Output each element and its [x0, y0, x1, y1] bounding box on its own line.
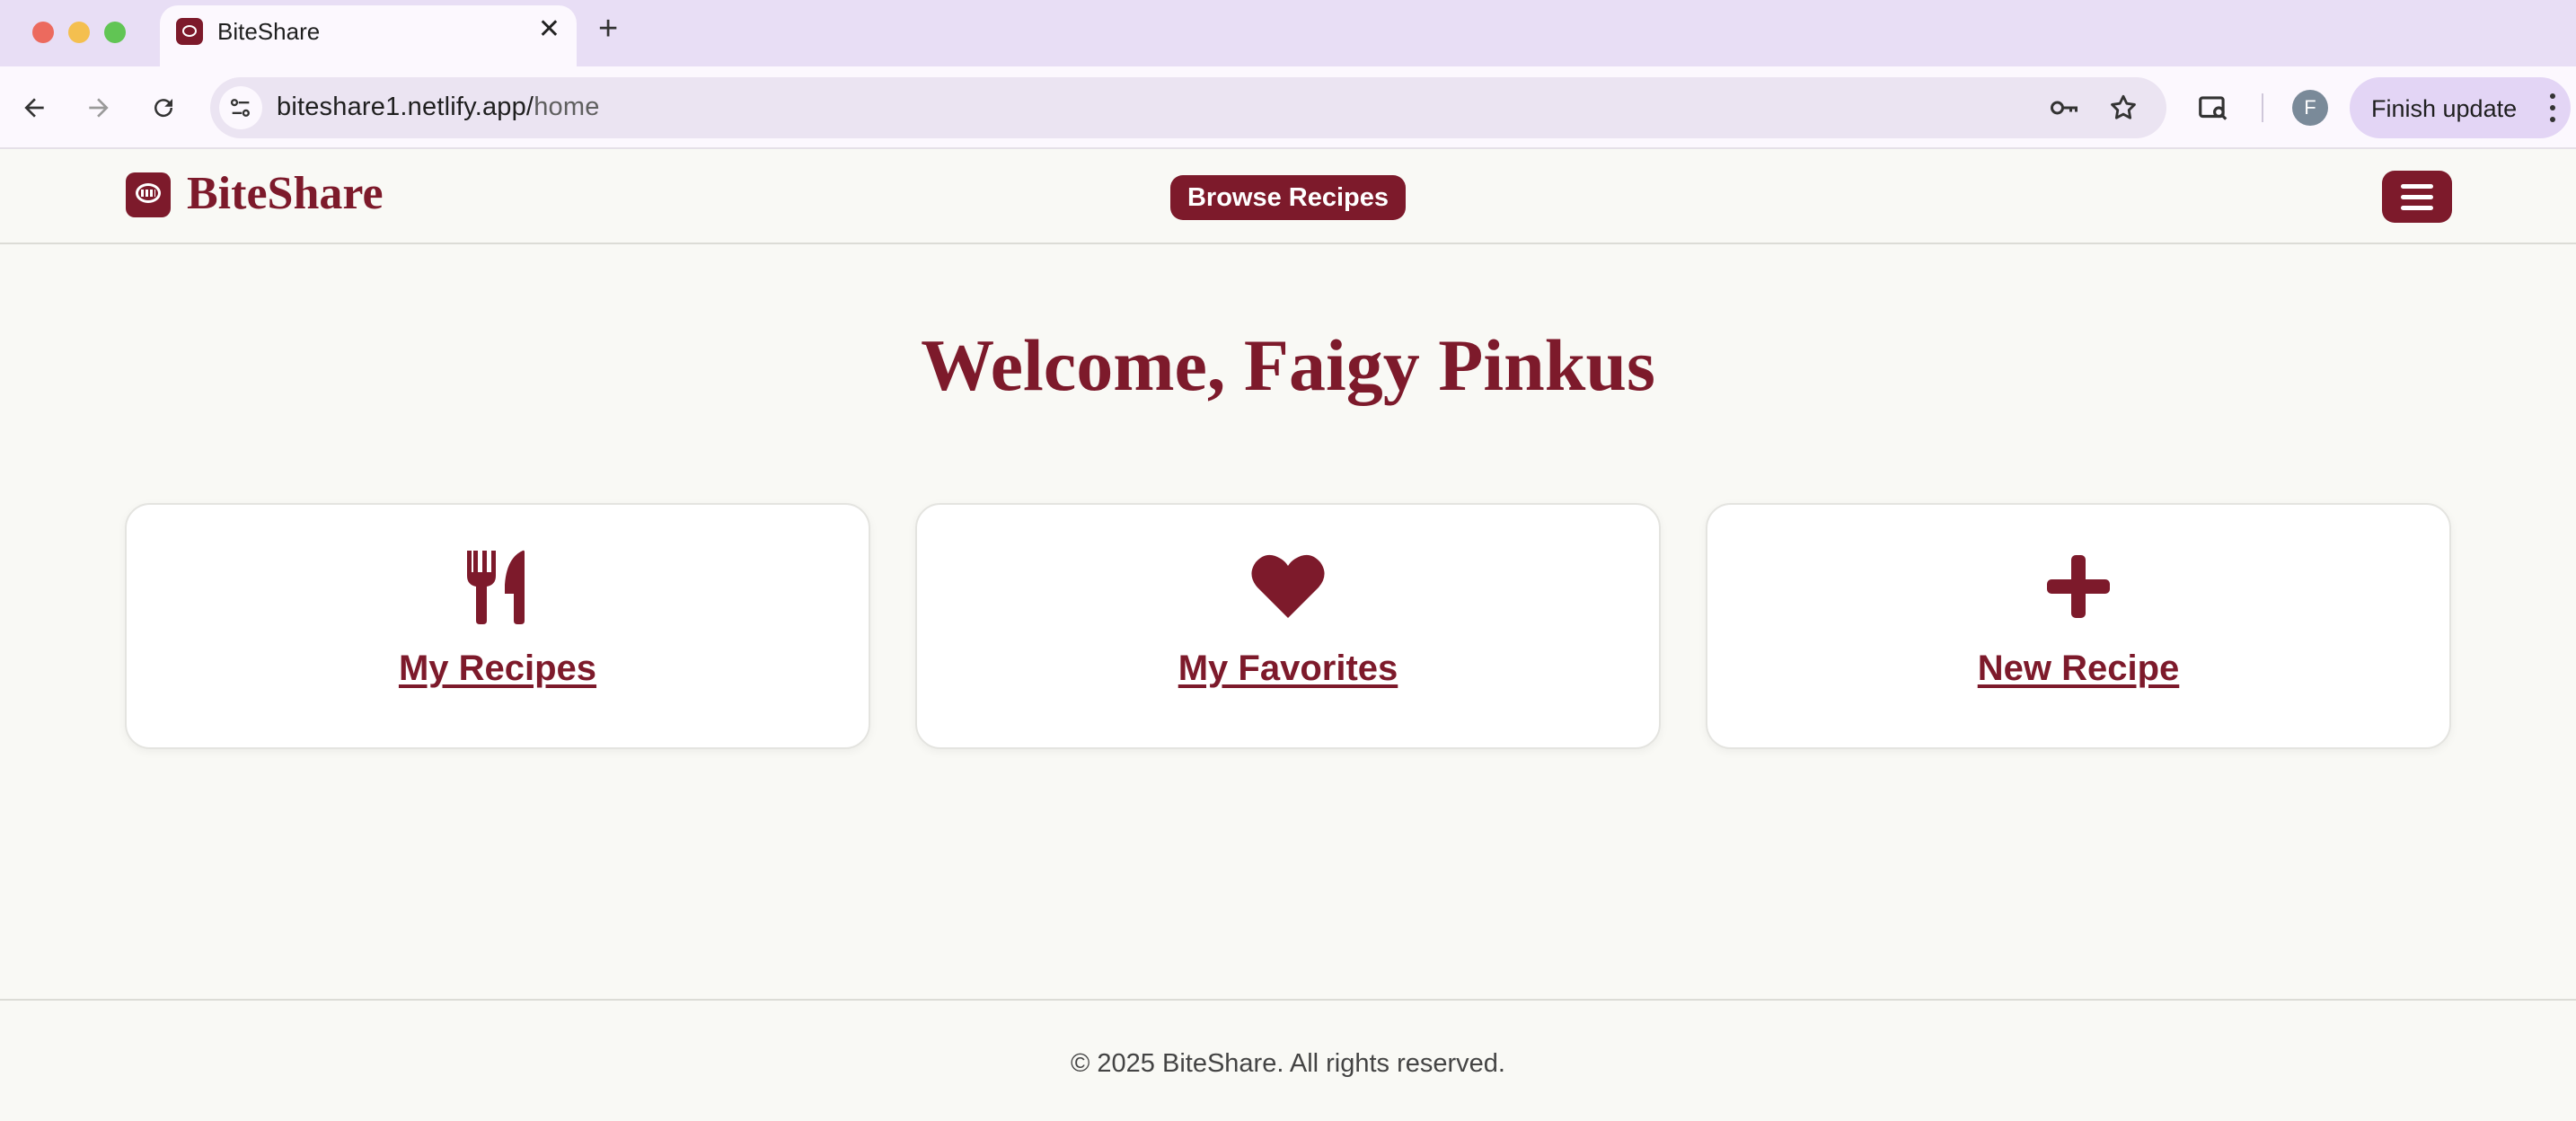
- biteshare-logo-icon[interactable]: [126, 172, 171, 217]
- site-header: BiteShare Browse Recipes: [0, 151, 2576, 244]
- heart-icon: [1248, 546, 1328, 627]
- card-label-my-recipes[interactable]: My Recipes: [127, 649, 869, 689]
- window-zoom-button[interactable]: [104, 22, 126, 43]
- toolbar-divider: [2262, 93, 2263, 122]
- site-footer: © 2025 BiteShare. All rights reserved.: [0, 999, 2576, 1121]
- card-my-favorites[interactable]: My Favorites: [915, 503, 1661, 749]
- forward-arrow-icon[interactable]: [77, 86, 120, 129]
- copyright-text: © 2025 BiteShare. All rights reserved.: [1070, 1049, 1505, 1078]
- tab-close-icon[interactable]: ✕: [538, 14, 560, 45]
- finish-update-button[interactable]: Finish update: [2350, 77, 2571, 138]
- site-settings-icon[interactable]: [219, 86, 262, 129]
- browser-menu-icon[interactable]: [2549, 93, 2556, 122]
- favicon-icon: [176, 18, 203, 45]
- tab-title: BiteShare: [217, 18, 321, 45]
- address-bar[interactable]: biteshare1.netlify.app/home: [210, 77, 2166, 138]
- window-close-button[interactable]: [32, 22, 54, 43]
- card-my-recipes[interactable]: My Recipes: [125, 503, 870, 749]
- welcome-heading: Welcome, Faigy Pinkus: [921, 324, 1655, 406]
- new-tab-icon[interactable]: +: [598, 11, 618, 47]
- password-key-icon[interactable]: [2048, 92, 2080, 124]
- browser-toolbar: biteshare1.netlify.app/home F Finish upd…: [0, 66, 2576, 149]
- card-new-recipe[interactable]: New Recipe: [1706, 503, 2451, 749]
- url-path: home: [534, 93, 600, 121]
- site-logo-text[interactable]: BiteShare: [187, 167, 384, 220]
- card-label-new-recipe[interactable]: New Recipe: [1707, 649, 2449, 689]
- tab-search-icon[interactable]: [2195, 90, 2231, 126]
- browse-recipes-button[interactable]: Browse Recipes: [1170, 175, 1406, 220]
- plus-icon: [2038, 546, 2119, 627]
- url-host: biteshare1.netlify.app/: [277, 93, 534, 121]
- profile-avatar[interactable]: F: [2292, 90, 2328, 126]
- window-minimize-button[interactable]: [68, 22, 90, 43]
- bookmark-star-icon[interactable]: [2107, 92, 2139, 124]
- back-arrow-icon[interactable]: [13, 86, 56, 129]
- browser-tab-active[interactable]: BiteShare ✕: [160, 5, 577, 66]
- hamburger-menu-icon[interactable]: [2382, 171, 2452, 223]
- utensils-icon: [457, 546, 538, 627]
- browser-tabstrip: BiteShare ✕ +: [0, 0, 2576, 66]
- finish-update-label: Finish update: [2371, 95, 2518, 122]
- reload-icon[interactable]: [142, 86, 185, 129]
- url-text[interactable]: biteshare1.netlify.app/home: [277, 93, 600, 122]
- card-label-my-favorites[interactable]: My Favorites: [917, 649, 1659, 689]
